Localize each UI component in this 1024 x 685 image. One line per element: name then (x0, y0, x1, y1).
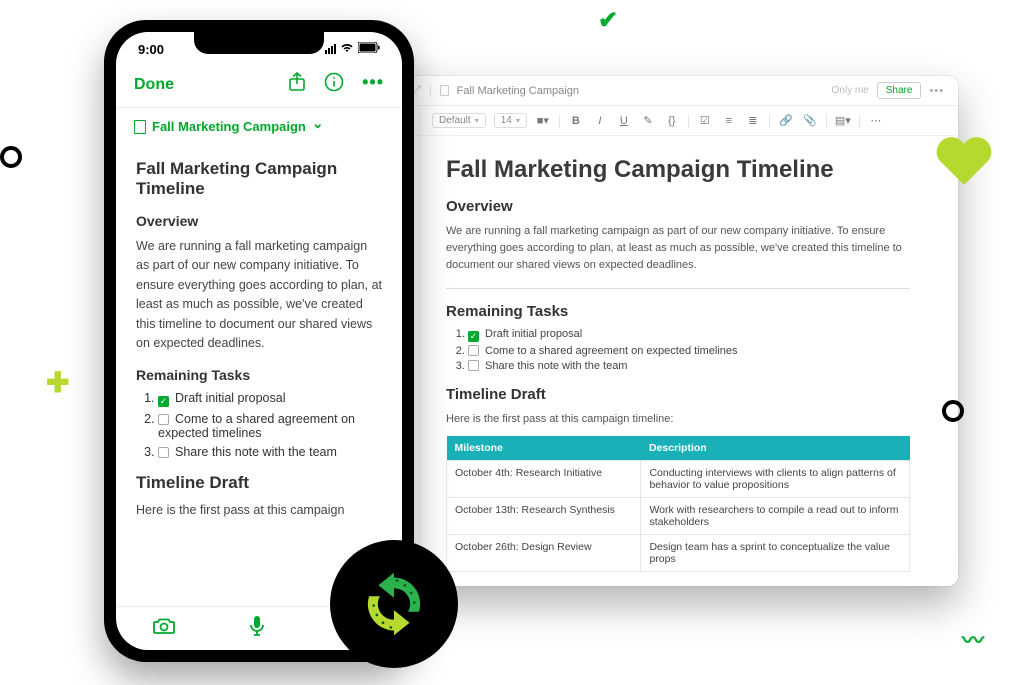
cell-description: Conducting interviews with clients to al… (641, 461, 910, 498)
task-label: Come to a shared agreement on expected t… (158, 412, 355, 440)
highlight-icon[interactable]: ✎ (640, 114, 656, 127)
desktop-titlebar: ⤢ | Fall Marketing Campaign Only me Shar… (398, 76, 958, 106)
desktop-breadcrumb[interactable]: Fall Marketing Campaign (457, 85, 579, 97)
cell-milestone: October 26th: Design Review (447, 535, 641, 572)
link-icon[interactable]: 🔗 (778, 114, 794, 127)
timeline-intro: Here is the first pass at this campaign (136, 501, 382, 520)
squiggle-decoration: 〰 (962, 623, 984, 655)
signal-icon (325, 44, 336, 54)
cell-milestone: October 4th: Research Initiative (447, 461, 641, 498)
privacy-label: Only me (832, 85, 869, 96)
task-label: Share this note with the team (485, 360, 627, 372)
info-icon[interactable] (324, 72, 344, 97)
task-row: Come to a shared agreement on expected t… (468, 345, 910, 357)
overview-text: We are running a fall marketing campaign… (446, 223, 910, 274)
sync-icon (355, 565, 433, 643)
phone-document[interactable]: Fall Marketing Campaign Timeline Overvie… (116, 145, 402, 606)
numbered-list-icon[interactable]: ≣ (745, 114, 761, 127)
share-icon[interactable] (288, 72, 306, 97)
task-label: Share this note with the team (175, 445, 337, 459)
checklist-icon[interactable]: ☑ (697, 114, 713, 127)
checkbox-icon[interactable] (468, 345, 479, 356)
align-icon[interactable]: ▤▾ (835, 114, 851, 127)
more-icon[interactable]: ••• (929, 85, 944, 97)
cell-description: Design team has a sprint to conceptualiz… (641, 535, 910, 572)
task-label: Draft initial proposal (485, 328, 582, 340)
phone-breadcrumb[interactable]: Fall Marketing Campaign (116, 108, 402, 145)
table-row: October 4th: Research Initiative Conduct… (447, 461, 910, 498)
font-family-select[interactable]: Default (432, 113, 486, 128)
checkbox-icon[interactable]: ✓ (468, 331, 479, 342)
task-row: Come to a shared agreement on expected t… (158, 412, 382, 440)
share-button[interactable]: Share (877, 82, 922, 99)
task-label: Draft initial proposal (175, 391, 285, 405)
bold-icon[interactable]: B (568, 115, 584, 127)
desktop-app-window: ⤢ | Fall Marketing Campaign Only me Shar… (398, 76, 958, 586)
divider (446, 288, 910, 289)
doc-title: Fall Marketing Campaign Timeline (136, 159, 382, 199)
bullet-list-icon[interactable]: ≡ (721, 115, 737, 127)
status-time: 9:00 (138, 42, 164, 57)
doc-title: Fall Marketing Campaign Timeline (446, 156, 910, 184)
cell-description: Work with researchers to compile a read … (641, 498, 910, 535)
overview-heading: Overview (136, 213, 382, 229)
done-button[interactable]: Done (134, 76, 174, 94)
note-icon (440, 85, 449, 96)
phone-nav: Done ••• (116, 66, 402, 108)
table-row: October 26th: Design Review Design team … (447, 535, 910, 572)
editor-toolbar: Default 14 ■▾ B I U ✎ {} ☑ ≡ ≣ 🔗 📎 ▤▾ ⋯ (398, 106, 958, 136)
timeline-heading: Timeline Draft (136, 473, 382, 493)
tasks-list: ✓ Draft initial proposal Come to a shared… (446, 328, 910, 372)
cell-milestone: October 13th: Research Synthesis (447, 498, 641, 535)
timeline-intro: Here is the first pass at this campaign … (446, 411, 910, 428)
phone-notch (194, 32, 324, 54)
italic-icon[interactable]: I (592, 115, 608, 127)
toolbar-more-icon[interactable]: ⋯ (868, 114, 884, 127)
col-milestone: Milestone (447, 436, 641, 461)
battery-icon (358, 42, 380, 56)
checkbox-icon[interactable] (468, 360, 479, 371)
timeline-table: Milestone Description October 4th: Resea… (446, 436, 910, 572)
wifi-icon (340, 42, 354, 56)
overview-heading: Overview (446, 198, 910, 215)
task-row: ✓ Draft initial proposal (158, 391, 382, 407)
checkbox-icon[interactable]: ✓ (158, 396, 169, 407)
sync-badge (330, 540, 458, 668)
microphone-icon[interactable] (249, 615, 265, 642)
remaining-tasks-heading: Remaining Tasks (136, 367, 382, 383)
underline-icon[interactable]: U (616, 115, 632, 127)
tasks-list: ✓ Draft initial proposal Come to a shared… (136, 391, 382, 459)
breadcrumb-label: Fall Marketing Campaign (152, 119, 306, 134)
code-icon[interactable]: {} (664, 115, 680, 127)
table-row: October 13th: Research Synthesis Work wi… (447, 498, 910, 535)
text-color-icon[interactable]: ■▾ (535, 114, 551, 127)
task-row: Share this note with the team (158, 445, 382, 459)
more-icon[interactable]: ••• (362, 72, 384, 97)
checkmark-decoration: ✔ (598, 6, 618, 35)
camera-icon[interactable] (153, 617, 175, 640)
checkbox-icon[interactable] (158, 447, 169, 458)
attachment-icon[interactable]: 📎 (802, 114, 818, 127)
font-size-select[interactable]: 14 (494, 113, 527, 128)
plus-decoration: ✚ (46, 366, 69, 399)
ring-decoration-right (942, 400, 964, 422)
checkbox-icon[interactable] (158, 414, 169, 425)
remaining-tasks-heading: Remaining Tasks (446, 303, 910, 320)
overview-text: We are running a fall marketing campaign… (136, 237, 382, 353)
task-label: Come to a shared agreement on expected t… (485, 345, 738, 357)
task-row: ✓ Draft initial proposal (468, 328, 910, 342)
task-row: Share this note with the team (468, 360, 910, 372)
desktop-document[interactable]: Fall Marketing Campaign Timeline Overvie… (398, 136, 958, 586)
timeline-heading: Timeline Draft (446, 386, 910, 403)
ring-decoration-left (0, 146, 22, 168)
col-description: Description (641, 436, 910, 461)
